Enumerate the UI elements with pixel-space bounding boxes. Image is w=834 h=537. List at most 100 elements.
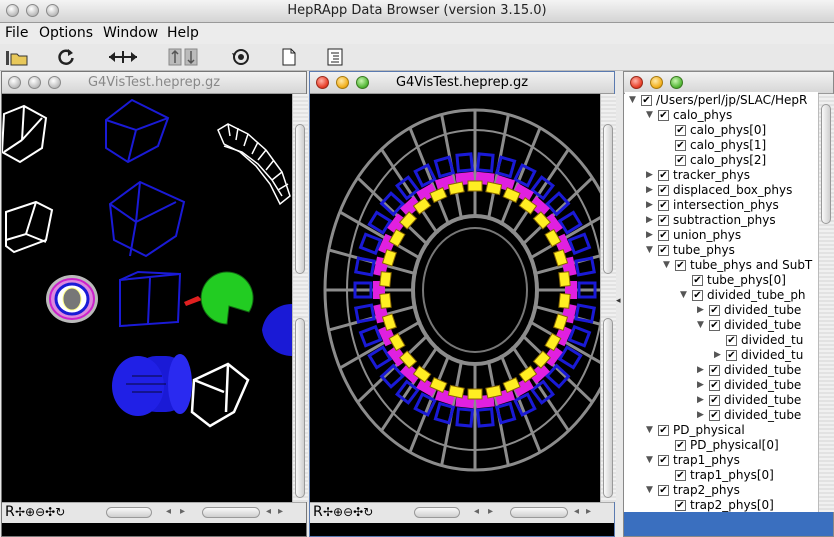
tree-row[interactable]: ▶ ✔ subtraction_phys (646, 213, 776, 228)
center-vertical-scrollbar[interactable] (600, 94, 616, 502)
tree-row[interactable]: ✔ calo_phys[2] (663, 153, 766, 168)
visibility-checkbox[interactable]: ✔ (709, 395, 720, 406)
visibility-checkbox[interactable]: ✔ (692, 290, 703, 301)
visibility-checkbox[interactable]: ✔ (658, 245, 669, 256)
nav-controls-icon[interactable]: ✢⊕⊖✣↻ (15, 505, 65, 519)
horizontal-scroll-thumb[interactable] (414, 507, 460, 518)
tree-vertical-scrollbar[interactable] (818, 94, 834, 512)
tree-row[interactable]: ▶ ✔ divided_tube (697, 393, 801, 408)
tree-row[interactable]: ▼ ✔ trap2_phys (646, 483, 740, 498)
visibility-checkbox[interactable]: ✔ (658, 110, 669, 121)
visibility-checkbox[interactable]: ✔ (658, 425, 669, 436)
tree-row[interactable]: ✔ calo_phys[1] (663, 138, 766, 153)
tree-row[interactable]: ▶ ✔ divided_tube (697, 303, 801, 318)
vertical-arrows-icon[interactable] (166, 47, 200, 67)
horizontal-scroll-thumb[interactable] (510, 507, 568, 518)
visibility-checkbox[interactable]: ✔ (658, 230, 669, 241)
left-vertical-scrollbar[interactable] (292, 94, 308, 502)
tree-row[interactable]: ▼ ✔ divided_tube_ph (680, 288, 806, 303)
collapsed-triangle-icon[interactable]: ▶ (646, 213, 656, 228)
tree-row[interactable]: ▼ ✔ tube_phys (646, 243, 735, 258)
scroll-thumb[interactable] (603, 318, 613, 498)
tree-row[interactable]: ✔ PD_physical[0] (663, 438, 779, 453)
collapsed-triangle-icon[interactable]: ▶ (697, 378, 707, 393)
expanded-triangle-icon[interactable]: ▼ (629, 93, 639, 108)
visibility-checkbox[interactable]: ✔ (675, 440, 686, 451)
horizontal-arrows-icon[interactable] (106, 47, 140, 67)
visibility-checkbox[interactable]: ✔ (675, 125, 686, 136)
expanded-triangle-icon[interactable]: ▼ (697, 318, 707, 333)
visibility-checkbox[interactable]: ✔ (675, 260, 686, 271)
close-button[interactable] (630, 76, 643, 89)
refresh-icon[interactable] (54, 47, 78, 67)
collapsed-triangle-icon[interactable]: ▶ (697, 363, 707, 378)
tree-row[interactable]: ✔ calo_phys[0] (663, 123, 766, 138)
visibility-checkbox[interactable]: ✔ (641, 95, 652, 106)
visibility-checkbox[interactable]: ✔ (726, 350, 737, 361)
tree-row[interactable]: ▶ ✔ divided_tu (714, 348, 803, 363)
visibility-checkbox[interactable]: ✔ (692, 275, 703, 286)
horizontal-scroll-thumb[interactable] (106, 507, 152, 518)
expanded-triangle-icon[interactable]: ▼ (646, 423, 656, 438)
collapsed-triangle-icon[interactable]: ▶ (646, 183, 656, 198)
scroll-right-arrow-icon[interactable]: ▸ (278, 506, 283, 517)
tree-row[interactable]: ▶ ✔ intersection_phys (646, 198, 779, 213)
visibility-checkbox[interactable]: ✔ (709, 380, 720, 391)
tree-row[interactable]: ▶ ✔ displaced_box_phys (646, 183, 792, 198)
tree-row[interactable]: ▶ ✔ tracker_phys (646, 168, 750, 183)
tree-row[interactable]: ▶ ✔ divided_tube (697, 408, 801, 423)
tree-row[interactable]: ▼ ✔ calo_phys (646, 108, 732, 123)
visibility-checkbox[interactable]: ✔ (658, 215, 669, 226)
expanded-triangle-icon[interactable]: ▼ (646, 453, 656, 468)
scroll-left-arrow-icon[interactable]: ◂ (166, 506, 171, 517)
left-view-canvas[interactable] (2, 94, 292, 502)
tree-row[interactable]: ✔ trap2_phys[0] (663, 498, 774, 512)
scroll-thumb[interactable] (295, 318, 305, 498)
scroll-right-arrow-icon[interactable]: ▸ (488, 506, 493, 517)
tree-row[interactable]: ✔ trap1_phys[0] (663, 468, 774, 483)
expanded-triangle-icon[interactable]: ▼ (646, 483, 656, 498)
visibility-checkbox[interactable]: ✔ (658, 455, 669, 466)
scroll-right-arrow-icon[interactable]: ▸ (586, 506, 591, 517)
visibility-checkbox[interactable]: ✔ (675, 470, 686, 481)
visibility-checkbox[interactable]: ✔ (709, 410, 720, 421)
scroll-thumb[interactable] (295, 124, 305, 274)
tree-row[interactable]: ▼ ✔ tube_phys and SubT (663, 258, 812, 273)
visibility-checkbox[interactable]: ✔ (658, 185, 669, 196)
collapsed-triangle-icon[interactable]: ▶ (697, 408, 707, 423)
collapsed-triangle-icon[interactable]: ▶ (714, 348, 724, 363)
tree-view-icon[interactable] (324, 47, 346, 67)
menu-help[interactable]: Help (167, 25, 199, 41)
collapsed-triangle-icon[interactable]: ▶ (697, 393, 707, 408)
spin-icon[interactable] (228, 47, 254, 67)
collapsed-triangle-icon[interactable]: ▶ (697, 303, 707, 318)
scroll-thumb[interactable] (603, 124, 613, 274)
expanded-triangle-icon[interactable]: ▼ (680, 288, 690, 303)
menu-options[interactable]: Options (39, 25, 93, 41)
tree-row[interactable]: ✔ tube_phys[0] (680, 273, 786, 288)
expanded-triangle-icon[interactable]: ▼ (663, 258, 673, 273)
visibility-checkbox[interactable]: ✔ (675, 500, 686, 511)
center-view-canvas[interactable] (310, 94, 600, 502)
visibility-checkbox[interactable]: ✔ (709, 305, 720, 316)
visibility-checkbox[interactable]: ✔ (675, 140, 686, 151)
visibility-checkbox[interactable]: ✔ (658, 200, 669, 211)
visibility-checkbox[interactable]: ✔ (709, 320, 720, 331)
visibility-checkbox[interactable]: ✔ (675, 155, 686, 166)
minimize-button[interactable] (650, 76, 663, 89)
scroll-left-arrow-icon[interactable]: ◂ (266, 506, 271, 517)
scroll-left-arrow-icon[interactable]: ◂ (574, 506, 579, 517)
visibility-checkbox[interactable]: ✔ (658, 485, 669, 496)
visibility-checkbox[interactable]: ✔ (658, 170, 669, 181)
tree-row[interactable]: ✔ divided_tu (714, 333, 803, 348)
tree-row[interactable]: ▼ ✔ trap1_phys (646, 453, 740, 468)
visibility-checkbox[interactable]: ✔ (726, 335, 737, 346)
tree-row[interactable]: ▼ ✔ /Users/perl/jp/SLAC/HepR (629, 93, 807, 108)
collapsed-triangle-icon[interactable]: ▶ (646, 198, 656, 213)
visibility-checkbox[interactable]: ✔ (709, 365, 720, 376)
scroll-right-arrow-icon[interactable]: ▸ (180, 506, 185, 517)
open-folder-icon[interactable] (4, 47, 30, 67)
splitter-handle-icon[interactable]: ◂ (616, 296, 621, 306)
tree-row[interactable]: ▼ ✔ PD_physical (646, 423, 745, 438)
scroll-left-arrow-icon[interactable]: ◂ (474, 506, 479, 517)
